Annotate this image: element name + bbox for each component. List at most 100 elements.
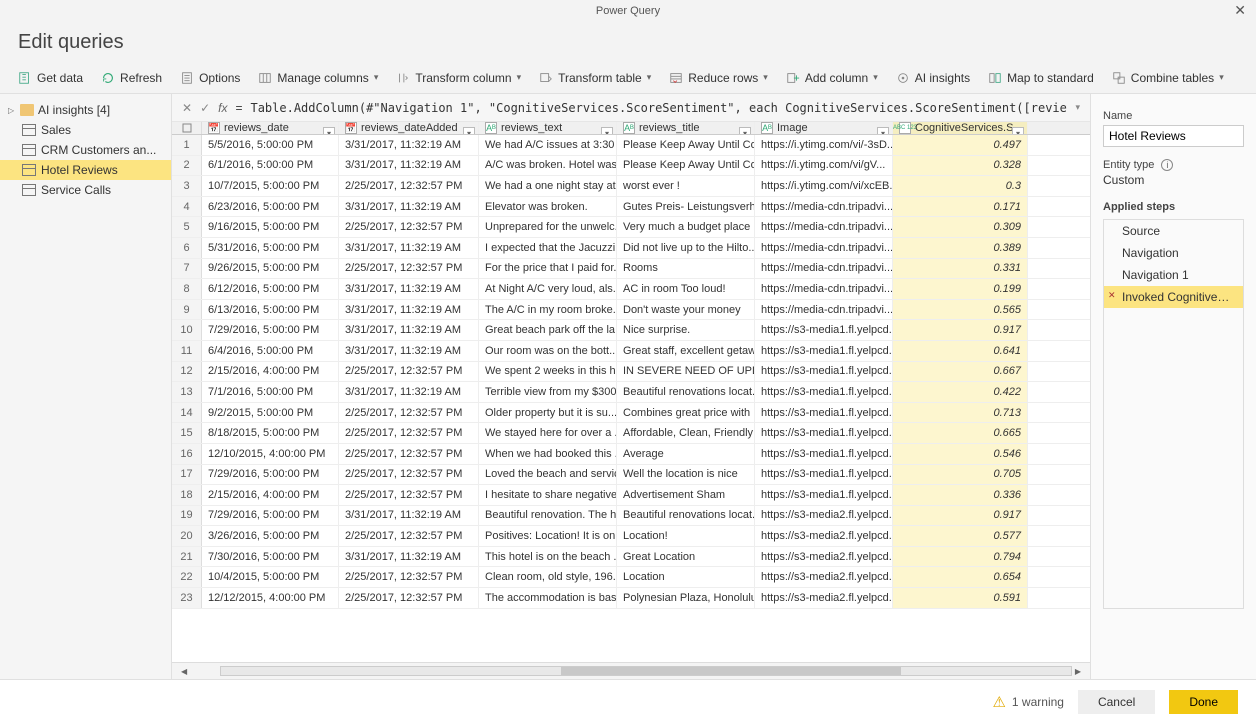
table-row[interactable]: 310/7/2015, 5:00:00 PM2/25/2017, 12:32:5… [172, 176, 1090, 197]
table-row[interactable]: 2312/12/2015, 4:00:00 PM2/25/2017, 12:32… [172, 588, 1090, 609]
row-number[interactable]: 9 [172, 300, 202, 320]
cell-reviews-title[interactable]: Gutes Preis- Leistungsverh... [617, 197, 755, 217]
cell-reviews-date[interactable]: 6/1/2016, 5:00:00 PM [202, 156, 339, 176]
datetime-type-icon[interactable]: 📅 [345, 122, 357, 134]
cell-image[interactable]: https://media-cdn.tripadvi... [755, 279, 893, 299]
cell-score[interactable]: 0.917 [893, 506, 1028, 526]
cell-reviews-text[interactable]: I expected that the Jacuzzi ... [479, 238, 617, 258]
cell-reviews-dateadded[interactable]: 2/25/2017, 12:32:57 PM [339, 567, 479, 587]
cell-reviews-dateadded[interactable]: 3/31/2017, 11:32:19 AM [339, 300, 479, 320]
cell-reviews-text[interactable]: Positives: Location! It is on ... [479, 526, 617, 546]
cell-score[interactable]: 0.328 [893, 156, 1028, 176]
cell-reviews-title[interactable]: Great staff, excellent getaw... [617, 341, 755, 361]
formula-dropdown-icon[interactable]: ▾ [1075, 102, 1080, 113]
row-number[interactable]: 10 [172, 320, 202, 340]
cell-reviews-text[interactable]: The accommodation is bas... [479, 588, 617, 608]
cell-reviews-date[interactable]: 7/29/2016, 5:00:00 PM [202, 465, 339, 485]
cell-reviews-text[interactable]: Unprepared for the unwelc... [479, 217, 617, 237]
formula-accept-icon[interactable]: ✓ [200, 101, 210, 115]
cell-reviews-text[interactable]: Elevator was broken. [479, 197, 617, 217]
cell-reviews-date[interactable]: 10/4/2015, 5:00:00 PM [202, 567, 339, 587]
table-row[interactable]: 79/26/2015, 5:00:00 PM2/25/2017, 12:32:5… [172, 259, 1090, 280]
cell-score[interactable]: 0.713 [893, 403, 1028, 423]
cell-reviews-title[interactable]: Please Keep Away Until Co... [617, 135, 755, 155]
table-row[interactable]: 122/15/2016, 4:00:00 PM2/25/2017, 12:32:… [172, 362, 1090, 383]
table-row[interactable]: 158/18/2015, 5:00:00 PM2/25/2017, 12:32:… [172, 423, 1090, 444]
col-header-reviews-dateadded[interactable]: 📅 reviews_dateAdded ▾ [339, 122, 479, 134]
cell-reviews-dateadded[interactable]: 3/31/2017, 11:32:19 AM [339, 279, 479, 299]
cell-reviews-text[interactable]: Beautiful renovation. The h... [479, 506, 617, 526]
cell-score[interactable]: 0.705 [893, 465, 1028, 485]
applied-step[interactable]: Source [1104, 220, 1243, 242]
combine-tables-button[interactable]: Combine tables ▾ [1104, 68, 1232, 88]
row-number[interactable]: 17 [172, 465, 202, 485]
cell-reviews-dateadded[interactable]: 2/25/2017, 12:32:57 PM [339, 526, 479, 546]
cell-reviews-text[interactable]: Our room was on the bott... [479, 341, 617, 361]
cell-image[interactable]: https://i.ytimg.com/vi/gV... [755, 156, 893, 176]
table-row[interactable]: 149/2/2015, 5:00:00 PM2/25/2017, 12:32:5… [172, 403, 1090, 424]
applied-step[interactable]: Invoked CognitiveSer... [1104, 286, 1243, 308]
table-row[interactable]: 182/15/2016, 4:00:00 PM2/25/2017, 12:32:… [172, 485, 1090, 506]
cell-score[interactable]: 0.641 [893, 341, 1028, 361]
close-icon[interactable]: ✕ [1234, 2, 1246, 19]
row-number[interactable]: 20 [172, 526, 202, 546]
cell-image[interactable]: https://media-cdn.tripadvi... [755, 259, 893, 279]
col-header-reviews-title[interactable]: Aᴮ reviews_title ▾ [617, 122, 755, 134]
text-type-icon[interactable]: Aᴮ [485, 122, 497, 134]
cell-reviews-dateadded[interactable]: 3/31/2017, 11:32:19 AM [339, 382, 479, 402]
cell-image[interactable]: https://media-cdn.tripadvi... [755, 197, 893, 217]
column-filter-icon[interactable]: ▾ [739, 127, 751, 134]
cell-reviews-date[interactable]: 6/13/2016, 5:00:00 PM [202, 300, 339, 320]
manage-columns-button[interactable]: Manage columns ▾ [250, 68, 386, 88]
cell-reviews-title[interactable]: Nice surprise. [617, 320, 755, 340]
info-icon[interactable]: i [1161, 159, 1173, 171]
row-number[interactable]: 4 [172, 197, 202, 217]
cell-reviews-title[interactable]: IN SEVERE NEED OF UPDA... [617, 362, 755, 382]
row-number[interactable]: 19 [172, 506, 202, 526]
text-type-icon[interactable]: Aᴮ [761, 122, 773, 134]
cell-reviews-text[interactable]: This hotel is on the beach ... [479, 547, 617, 567]
cell-reviews-date[interactable]: 7/29/2016, 5:00:00 PM [202, 320, 339, 340]
cell-reviews-text[interactable]: The A/C in my room broke... [479, 300, 617, 320]
add-column-button[interactable]: Add column ▾ [778, 68, 886, 88]
cell-image[interactable]: https://s3-media1.fl.yelpcd... [755, 403, 893, 423]
cell-reviews-title[interactable]: Polynesian Plaza, Honolulu [617, 588, 755, 608]
text-type-icon[interactable]: Aᴮ [623, 122, 635, 134]
any-type-icon[interactable]: ABC 123 [899, 122, 911, 134]
table-row[interactable]: 65/31/2016, 5:00:00 PM3/31/2017, 11:32:1… [172, 238, 1090, 259]
applied-step[interactable]: Navigation [1104, 242, 1243, 264]
cell-score[interactable]: 0.389 [893, 238, 1028, 258]
cell-reviews-dateadded[interactable]: 3/31/2017, 11:32:19 AM [339, 506, 479, 526]
cell-reviews-title[interactable]: Well the location is nice [617, 465, 755, 485]
table-row[interactable]: 2210/4/2015, 5:00:00 PM2/25/2017, 12:32:… [172, 567, 1090, 588]
cell-reviews-date[interactable]: 7/30/2016, 5:00:00 PM [202, 547, 339, 567]
table-row[interactable]: 1612/10/2015, 4:00:00 PM2/25/2017, 12:32… [172, 444, 1090, 465]
horizontal-scrollbar[interactable]: ◀ ▶ [172, 662, 1090, 679]
cell-reviews-text[interactable]: For the price that I paid for... [479, 259, 617, 279]
cell-reviews-date[interactable]: 6/4/2016, 5:00:00 PM [202, 341, 339, 361]
row-number[interactable]: 22 [172, 567, 202, 587]
cell-score[interactable]: 0.3 [893, 176, 1028, 196]
cell-reviews-title[interactable]: Please Keep Away Until Co... [617, 156, 755, 176]
table-row[interactable]: 96/13/2016, 5:00:00 PM3/31/2017, 11:32:1… [172, 300, 1090, 321]
query-item[interactable]: Service Calls [0, 180, 171, 200]
table-row[interactable]: 107/29/2016, 5:00:00 PM3/31/2017, 11:32:… [172, 320, 1090, 341]
cell-image[interactable]: https://media-cdn.tripadvi... [755, 217, 893, 237]
cell-reviews-text[interactable]: Great beach park off the la... [479, 320, 617, 340]
reduce-rows-button[interactable]: Reduce rows ▾ [661, 68, 776, 88]
cell-image[interactable]: https://s3-media1.fl.yelpcd... [755, 362, 893, 382]
scroll-left-icon[interactable]: ◀ [178, 667, 190, 676]
cell-score[interactable]: 0.309 [893, 217, 1028, 237]
cell-reviews-date[interactable]: 3/26/2016, 5:00:00 PM [202, 526, 339, 546]
table-row[interactable]: 15/5/2016, 5:00:00 PM3/31/2017, 11:32:19… [172, 135, 1090, 156]
row-number[interactable]: 2 [172, 156, 202, 176]
cell-reviews-text[interactable]: Terrible view from my $300... [479, 382, 617, 402]
cell-reviews-dateadded[interactable]: 3/31/2017, 11:32:19 AM [339, 547, 479, 567]
table-row[interactable]: 177/29/2016, 5:00:00 PM2/25/2017, 12:32:… [172, 465, 1090, 486]
cell-reviews-dateadded[interactable]: 2/25/2017, 12:32:57 PM [339, 444, 479, 464]
row-number[interactable]: 5 [172, 217, 202, 237]
scroll-thumb[interactable] [561, 667, 901, 675]
get-data-button[interactable]: Get data [10, 68, 91, 88]
table-row[interactable]: 203/26/2016, 5:00:00 PM2/25/2017, 12:32:… [172, 526, 1090, 547]
scroll-track[interactable] [220, 666, 1072, 676]
